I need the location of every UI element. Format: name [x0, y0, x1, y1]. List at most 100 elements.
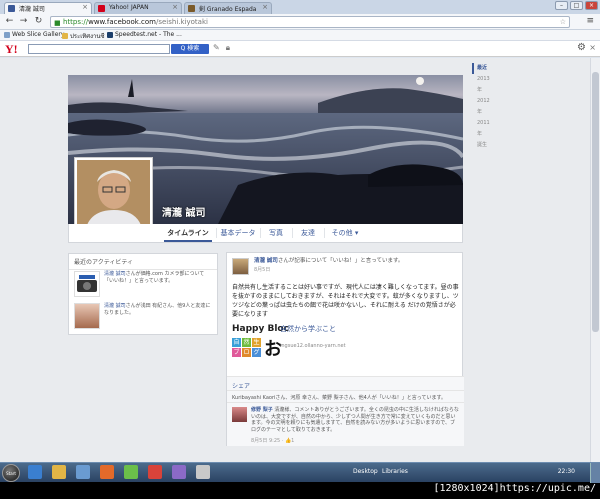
folder-icon[interactable]: [52, 465, 66, 479]
window-controls: – □ ×: [555, 1, 598, 10]
link-block: 然: [242, 338, 251, 347]
address-bar-row: ← → ↻ ■ https://www.facebook.com/seishi.…: [0, 14, 600, 30]
show-desktop-button[interactable]: [590, 463, 600, 483]
url-scheme: https://: [63, 18, 89, 26]
year-link-recent[interactable]: 最近: [472, 63, 492, 74]
desktop-toolbar[interactable]: Desktop: [353, 468, 378, 475]
close-icon[interactable]: ×: [172, 3, 178, 11]
link-block: グ: [252, 348, 261, 357]
media-icon[interactable]: [76, 465, 90, 479]
profile-tabs: タイムライン 基本データ 写真 友達 その他 ▾: [68, 224, 463, 243]
post-date[interactable]: 8月5日: [254, 266, 270, 273]
tab-timeline[interactable]: タイムライン: [164, 224, 212, 242]
tab-facebook[interactable]: 清瀧 誠司 ×: [4, 2, 92, 14]
back-icon[interactable]: ←: [4, 16, 15, 27]
year-link-2011[interactable]: 2011年: [472, 118, 492, 140]
link-blocks: 自 然 生 ブ ロ グ: [232, 338, 261, 357]
divider: [292, 228, 293, 238]
star-icon[interactable]: ☆: [560, 17, 566, 27]
minimize-button[interactable]: –: [555, 1, 568, 10]
close-window-button[interactable]: ×: [585, 1, 598, 10]
tab-photos[interactable]: 写真: [262, 224, 290, 242]
pencil-icon[interactable]: ✎: [213, 43, 220, 53]
post-author[interactable]: 清瀧 誠司: [254, 258, 278, 264]
bookmark-speedtest[interactable]: Speedtest.net - The ...: [107, 31, 182, 38]
chrome-icon[interactable]: [148, 465, 162, 479]
recent-activity-box: 最近のアクティビティ 清瀧 誠司さんが価格.com カメラ部について「いいね！」…: [68, 253, 218, 335]
start-button[interactable]: Start: [2, 464, 20, 482]
tab-title: 剣 Granado Espada: [199, 6, 257, 13]
activity-user[interactable]: 清瀧 誠司: [104, 303, 126, 309]
comment-body: 清瀧様、コメントありがとうございます。全くの昆虫の中に生活しなければならないのは…: [251, 407, 459, 433]
post-body: 自然共有し生活することは好い事ですが、現代人には凄く難しくなってます。昼の事を抜…: [232, 284, 459, 318]
forward-icon[interactable]: →: [18, 16, 29, 27]
maximize-button[interactable]: □: [570, 1, 583, 10]
url-input[interactable]: ■ https://www.facebook.com/seishi.kiyota…: [50, 16, 570, 28]
lock-icon[interactable]: 🔒︎: [226, 43, 230, 53]
wrench-icon[interactable]: ≡: [586, 16, 594, 26]
firefox-icon[interactable]: [100, 465, 114, 479]
libraries-toolbar[interactable]: Libraries: [382, 468, 408, 475]
reload-icon[interactable]: ↻: [33, 16, 44, 27]
scrollbar[interactable]: [590, 58, 600, 462]
app-icon[interactable]: [124, 465, 138, 479]
yahoo-search-input[interactable]: [28, 44, 170, 54]
post-header: 清瀧 誠司さんが記事について「いいね！」と言っています。: [254, 258, 459, 265]
link-title[interactable]: 自然から学ぶこと: [280, 324, 336, 334]
activity-thumbnail[interactable]: [74, 271, 100, 297]
link-block: 自: [232, 338, 241, 347]
avatar[interactable]: [232, 258, 249, 275]
yahoo-logo[interactable]: Y!: [5, 42, 18, 57]
year-link-born[interactable]: 誕生: [472, 140, 492, 151]
camera-icon: [77, 275, 97, 292]
activity-thumbnail[interactable]: [74, 303, 100, 329]
divider: [216, 228, 217, 238]
url-host: www.facebook.com: [88, 18, 156, 26]
tab-more[interactable]: その他 ▾: [326, 224, 364, 242]
activity-title: 最近のアクティビティ: [69, 254, 217, 270]
portrait-image: [77, 160, 150, 232]
tab-granado[interactable]: 剣 Granado Espada ×: [184, 2, 272, 14]
likes-text[interactable]: Kuribayashi Kaoriさん、河原 幸さん、菜野 梨子さん、他4人が「…: [232, 395, 446, 401]
close-icon[interactable]: ×: [82, 3, 88, 11]
bookmark-thai[interactable]: ประเทิศงานซี: [62, 31, 105, 41]
list-item: 清瀧 誠司さんが価格.com カメラ部について「いいね！」と言っています。: [74, 271, 214, 301]
app-icon[interactable]: [172, 465, 186, 479]
timeline-year-nav: 最近 2013年 2012年 2011年 誕生: [472, 63, 492, 151]
tab-title: Yahoo! JAPAN: [109, 4, 149, 11]
activity-text: 清瀧 誠司さんが価格.com カメラ部について「いいね！」と言っています。: [104, 271, 214, 285]
profile-name[interactable]: 清瀧 誠司: [162, 204, 205, 219]
bookmarks-bar: Web Slice Gallery ประเทิศงานซี Speedtest…: [0, 30, 600, 41]
year-link-2012[interactable]: 2012年: [472, 96, 492, 118]
gear-icon[interactable]: ⚙: [577, 42, 586, 53]
speedtest-icon: [107, 31, 113, 38]
tab-title: 清瀧 誠司: [19, 6, 45, 13]
app-icon[interactable]: [196, 465, 210, 479]
scrollbar-thumb[interactable]: [592, 72, 599, 332]
close-icon[interactable]: ×: [262, 3, 268, 11]
clock[interactable]: 22:30: [558, 468, 575, 475]
comment-time[interactable]: 8月5日 9:25 · 👍1: [251, 437, 294, 444]
yahoo-icon: [98, 5, 105, 12]
taskbar: Start Desktop Libraries 22:30: [0, 462, 600, 483]
comment-author[interactable]: 修野 梨子: [251, 407, 273, 413]
bookmark-web-slice[interactable]: Web Slice Gallery: [4, 31, 64, 38]
activity-user[interactable]: 清瀧 誠司: [104, 271, 126, 277]
year-link-2013[interactable]: 2013年: [472, 74, 492, 96]
tab-yahoo[interactable]: Yahoo! JAPAN ×: [94, 2, 182, 14]
link-block: 生: [252, 338, 261, 347]
divider: [324, 228, 325, 238]
ie-icon[interactable]: [28, 465, 42, 479]
avatar[interactable]: [232, 407, 247, 422]
timeline-post: 清瀧 誠司さんが記事について「いいね！」と言っています。 8月5日 自然共有し生…: [226, 252, 464, 446]
tab-friends[interactable]: 友達: [294, 224, 322, 242]
comment: 修野 梨子 清瀧様、コメントありがとうございます。全くの昆虫の中に生活しなければ…: [227, 402, 464, 446]
link-preview[interactable]: Happy Bloc 自 然 生 ブ ロ グ お 自然から学ぶこと ingsue…: [232, 324, 460, 368]
likes-bar: Kuribayashi Kaoriさん、河原 幸さん、菜野 梨子さん、他4人が「…: [227, 390, 464, 402]
tab-about[interactable]: 基本データ: [218, 224, 258, 242]
share-link[interactable]: シェア: [232, 383, 250, 390]
close-icon[interactable]: ×: [589, 43, 596, 52]
facebook-page: 清瀧 誠司 タイムライン 基本データ 写真 友達 その他 ▾ 最近 2013年 …: [0, 58, 590, 462]
game-icon: [188, 5, 195, 12]
yahoo-search-button[interactable]: Q 検索: [171, 44, 209, 54]
